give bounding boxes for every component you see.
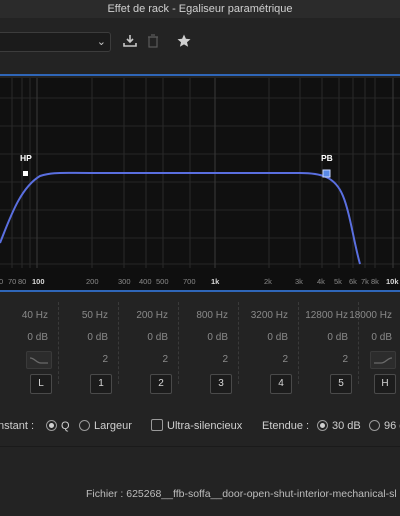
range-96-radio[interactable] <box>369 420 380 431</box>
range-30-label: 30 dB <box>332 420 361 432</box>
freq-label: 1k <box>211 277 220 286</box>
q-radio[interactable] <box>46 420 57 431</box>
band-gain[interactable]: 0 dB <box>267 332 288 343</box>
band-1: 50 Hz 0 dB 2 1 <box>58 292 118 408</box>
band-toggle-4[interactable]: 4 <box>270 374 292 394</box>
filter-shape-icon <box>29 357 48 364</box>
freq-label: 70 <box>8 277 16 286</box>
freq-label: 500 <box>156 277 169 286</box>
band-toggle-2[interactable]: 2 <box>150 374 172 394</box>
freq-label: 100 <box>32 277 45 286</box>
band-low: 40 Hz 0 dB L <box>0 292 58 408</box>
band-gain[interactable]: 0 dB <box>371 332 392 343</box>
lowshelf-shape-button[interactable] <box>26 351 52 369</box>
band-4: 3200 Hz 0 dB 2 4 <box>238 292 298 408</box>
freq-label: 700 <box>183 277 196 286</box>
freq-label: 10k <box>386 277 399 286</box>
band-frequency[interactable]: 18000 Hz <box>349 310 392 321</box>
ultra-silent-checkbox[interactable] <box>151 419 163 431</box>
chevron-down-icon: ⌄ <box>96 36 106 48</box>
band-q[interactable]: 2 <box>282 354 288 365</box>
band-gain[interactable]: 0 dB <box>87 332 108 343</box>
freq-label: 400 <box>139 277 152 286</box>
freq-label: 2k <box>264 277 272 286</box>
band-frequency[interactable]: 200 Hz <box>136 310 168 321</box>
band-3: 800 Hz 0 dB 2 3 <box>178 292 238 408</box>
band-gain[interactable]: 0 dB <box>27 332 48 343</box>
highshelf-shape-button[interactable] <box>370 351 396 369</box>
freq-label: 200 <box>86 277 99 286</box>
import-icon[interactable] <box>122 33 138 49</box>
freq-label: 5k <box>334 277 342 286</box>
band-frequency[interactable]: 800 Hz <box>196 310 228 321</box>
window-title: Effet de rack - Egaliseur paramétrique <box>0 0 400 19</box>
freq-label: 7k <box>361 277 369 286</box>
band-2: 200 Hz 0 dB 2 2 <box>118 292 178 408</box>
filter-shape-icon <box>374 357 393 364</box>
band-toggle-3[interactable]: 3 <box>210 374 232 394</box>
preset-dropdown[interactable]: ⌄ <box>0 32 111 52</box>
divider <box>0 446 400 447</box>
freq-label: 300 <box>118 277 131 286</box>
toolbar: ⌄ <box>0 18 400 68</box>
range-30-radio[interactable] <box>317 420 328 431</box>
band-q[interactable]: 2 <box>102 354 108 365</box>
band-gain[interactable]: 0 dB <box>207 332 228 343</box>
band-q[interactable]: 2 <box>222 354 228 365</box>
band-toggle-l[interactable]: L <box>30 374 52 394</box>
freq-label: 8k <box>371 277 379 286</box>
hp-handle[interactable] <box>23 171 28 176</box>
band-controls: 40 Hz 0 dB L 50 Hz 0 dB 2 1 200 Hz 0 dB … <box>0 292 400 408</box>
range-96-label: 96 d <box>384 420 400 432</box>
pb-handle-label: PB <box>321 153 333 163</box>
band-frequency[interactable]: 40 Hz <box>22 310 48 321</box>
pb-handle[interactable] <box>322 169 331 178</box>
largeur-radio[interactable] <box>79 420 90 431</box>
band-q[interactable]: 2 <box>162 354 168 365</box>
freq-label: 6k <box>349 277 357 286</box>
file-info: Fichier : 625268__ffb-soffa__door-open-s… <box>86 488 397 500</box>
range-label: Etendue : <box>262 420 310 432</box>
star-icon[interactable] <box>176 33 192 49</box>
band-frequency[interactable]: 50 Hz <box>82 310 108 321</box>
band-toggle-1[interactable]: 1 <box>90 374 112 394</box>
freq-label: 3k <box>295 277 303 286</box>
trash-icon[interactable] <box>145 33 161 49</box>
largeur-label: Largeur <box>94 420 132 432</box>
panel-top-border <box>0 74 400 76</box>
band-toggle-h[interactable]: H <box>374 374 396 394</box>
options-bar: nstant : Q Largeur Ultra-silencieux Eten… <box>0 416 400 440</box>
hp-handle-label: HP <box>20 153 32 163</box>
freq-label: 4k <box>317 277 325 286</box>
freq-label: 80 <box>18 277 26 286</box>
band-frequency[interactable]: 3200 Hz <box>251 310 288 321</box>
q-label: Q <box>61 420 70 432</box>
band-high: 18000 Hz 0 dB H <box>342 292 400 408</box>
ultra-silent-label: Ultra-silencieux <box>167 420 243 432</box>
freq-label: 0 <box>0 277 3 286</box>
eq-graph[interactable]: HP PB 0 70 80 100 200 300 400 500 700 1k… <box>0 78 400 290</box>
constant-label: nstant : <box>0 420 35 432</box>
band-gain[interactable]: 0 dB <box>147 332 168 343</box>
